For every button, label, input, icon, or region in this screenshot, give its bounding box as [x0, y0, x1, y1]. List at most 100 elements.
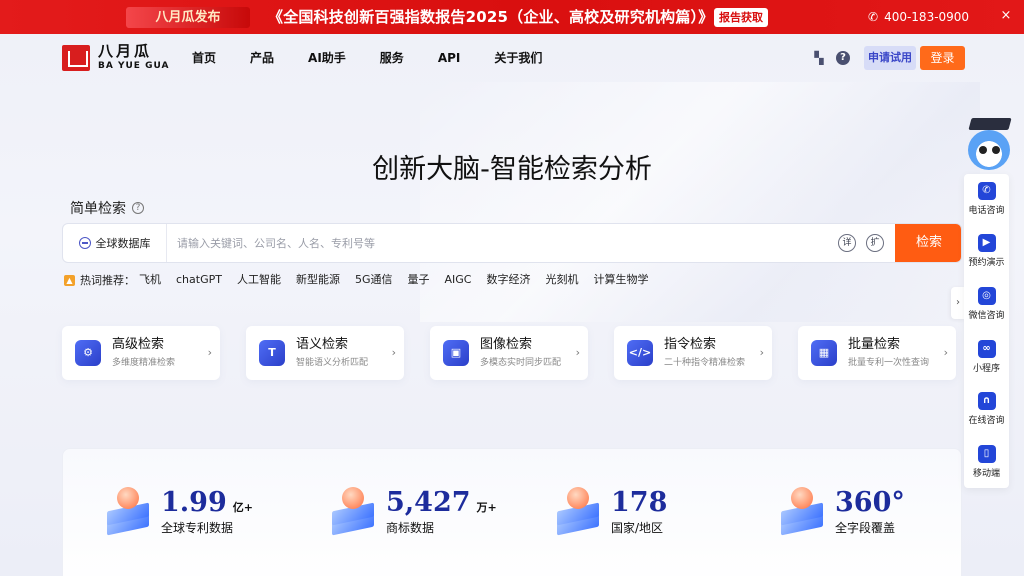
- logo[interactable]: 八月瓜 BA YUE GUA: [62, 44, 169, 71]
- search-bar: 全球数据库 详 扩 检索: [62, 223, 962, 263]
- nav-item-about[interactable]: 关于我们: [494, 50, 542, 66]
- phone-icon: ✆: [977, 182, 996, 200]
- nav-item-home[interactable]: 首页: [192, 50, 216, 66]
- hot-keywords: ▲ 热词推荐： 飞机 chatGPT 人工智能 新型能源 5G通信 量子 AIG…: [64, 272, 663, 288]
- stat-value: 5,427: [386, 487, 471, 518]
- phone-icon: ✆: [868, 10, 879, 24]
- sidebar-item-label: 预约演示: [968, 258, 1005, 268]
- sidebar-item-label: 小程序: [972, 364, 1000, 374]
- hot-keyword[interactable]: chatGPT: [176, 272, 222, 288]
- sidebar-item-demo[interactable]: ▶ 预约演示: [964, 234, 1009, 269]
- hot-keyword[interactable]: 光刻机: [545, 272, 578, 288]
- stat-label: 全球专利数据: [161, 521, 234, 535]
- help-icon[interactable]: ?: [836, 51, 850, 65]
- stat-trademarks: 5,427 万+ 商标数据: [332, 487, 497, 536]
- chevron-right-icon: ›: [391, 346, 396, 359]
- database-select[interactable]: 全球数据库: [63, 224, 167, 262]
- logo-mark-icon: [62, 44, 90, 71]
- hot-keyword[interactable]: 5G通信: [355, 272, 393, 288]
- sidebar-item-online-chat[interactable]: ∩ 在线咨询: [964, 392, 1009, 427]
- hot-keyword[interactable]: 人工智能: [237, 272, 281, 288]
- nav-item-ai-assistant[interactable]: AI助手: [308, 50, 346, 66]
- hot-keyword[interactable]: 数字经济: [486, 272, 530, 288]
- nav-item-api[interactable]: API: [438, 50, 461, 66]
- stat-countries: 178 国家/地区: [557, 487, 673, 536]
- login-button[interactable]: 登录: [920, 46, 965, 70]
- logo-cn: 八月瓜: [98, 42, 153, 60]
- advanced-search-icon: ⚙: [75, 340, 101, 366]
- detail-search-button[interactable]: 详: [838, 234, 856, 252]
- page-title: 创新大脑-智能检索分析: [372, 154, 652, 185]
- trademark-data-icon: [332, 487, 374, 536]
- stat-label: 国家/地区: [611, 521, 664, 535]
- search-input[interactable]: [177, 233, 817, 253]
- chevron-right-icon: ›: [759, 346, 764, 359]
- sidebar-item-mini-program[interactable]: ∞ 小程序: [964, 340, 1009, 375]
- stat-value: 360°: [835, 487, 905, 518]
- stat-value: 1.99: [161, 487, 227, 518]
- hot-keyword[interactable]: 计算生物学: [593, 272, 648, 288]
- promo-banner: 八月瓜发布 《全国科技创新百强指数报告2025（企业、高校及研究机构篇）》 报告…: [0, 0, 1024, 34]
- card-command-search[interactable]: </> 指令检索 二十种指令精准检索 ›: [614, 326, 772, 380]
- close-icon[interactable]: ×: [998, 8, 1014, 24]
- chevron-right-icon: ›: [575, 346, 580, 359]
- hot-keyword[interactable]: 新型能源: [296, 272, 340, 288]
- mascot-icon[interactable]: [962, 114, 1016, 176]
- sidebar-item-wechat[interactable]: ◎ 微信咨询: [964, 287, 1009, 322]
- nav-item-services[interactable]: 服务: [380, 50, 404, 66]
- card-advanced-search[interactable]: ⚙ 高级检索 多维度精准检索 ›: [62, 326, 220, 380]
- expand-search-button[interactable]: 扩: [866, 234, 884, 252]
- apps-grid-icon[interactable]: ▚: [812, 51, 826, 65]
- card-subtitle: 多模态实时同步匹配: [480, 358, 562, 368]
- sidebar-item-mobile[interactable]: ▯ 移动端: [964, 445, 1009, 480]
- card-title: 语义检索: [296, 337, 349, 352]
- question-icon[interactable]: ?: [132, 202, 144, 214]
- promo-phone: ✆ 400-183-0900: [868, 9, 969, 25]
- hot-keyword[interactable]: 量子: [407, 272, 429, 288]
- sidebar-item-label: 微信咨询: [968, 311, 1005, 321]
- stat-label: 商标数据: [386, 521, 435, 535]
- chevron-right-icon: ›: [207, 346, 212, 359]
- card-title: 批量检索: [848, 337, 901, 352]
- presentation-icon: ▶: [977, 234, 996, 252]
- sidebar-item-phone[interactable]: ✆ 电话咨询: [964, 182, 1009, 217]
- main-nav: 首页 产品 AI助手 服务 API 关于我们: [192, 50, 576, 66]
- stat-unit: 亿+: [232, 501, 253, 514]
- promo-headline[interactable]: 《全国科技创新百强指数报告2025（企业、高校及研究机构篇）》: [268, 6, 713, 28]
- globe-icon: [78, 237, 91, 249]
- batch-search-icon: ▦: [811, 340, 837, 366]
- nav-item-products[interactable]: 产品: [250, 50, 274, 66]
- card-title: 高级检索: [112, 337, 165, 352]
- sidebar-item-label: 在线咨询: [968, 416, 1005, 426]
- coverage-data-icon: [781, 487, 823, 536]
- wechat-icon: ◎: [977, 287, 996, 305]
- card-image-search[interactable]: ▣ 图像检索 多模态实时同步匹配 ›: [430, 326, 588, 380]
- stat-coverage: 360° 全字段覆盖: [781, 487, 911, 536]
- card-subtitle: 智能语义分析匹配: [296, 358, 369, 368]
- card-subtitle: 二十种指令精准检索: [664, 358, 746, 368]
- headset-icon: ∩: [977, 392, 996, 410]
- mini-program-icon: ∞: [977, 340, 996, 358]
- command-search-icon: </>: [627, 340, 653, 366]
- card-batch-search[interactable]: ▦ 批量检索 批量专利一次性查询 ›: [798, 326, 956, 380]
- search-button[interactable]: 检索: [895, 224, 961, 262]
- fire-icon: ▲: [64, 274, 75, 286]
- card-semantic-search[interactable]: T 语义检索 智能语义分析匹配 ›: [246, 326, 404, 380]
- apply-trial-button[interactable]: 申请试用: [864, 46, 916, 70]
- card-subtitle: 批量专利一次性查询: [848, 358, 930, 368]
- hot-keyword[interactable]: AIGC: [444, 272, 471, 288]
- stat-unit: 万+: [476, 501, 497, 514]
- hot-keyword[interactable]: 飞机: [139, 272, 161, 288]
- chevron-right-icon[interactable]: ›: [951, 287, 965, 319]
- stat-label: 全字段覆盖: [835, 521, 896, 535]
- sidebar-item-label: 电话咨询: [968, 206, 1005, 216]
- contact-sidebar: ✆ 电话咨询 ▶ 预约演示 ◎ 微信咨询 ∞ 小程序 ∩ 在线咨询 ▯ 移动端: [964, 174, 1009, 488]
- logo-en: BA YUE GUA: [98, 61, 170, 71]
- globe-data-icon: [557, 487, 599, 536]
- mobile-icon: ▯: [977, 445, 996, 463]
- report-get-button[interactable]: 报告获取: [714, 8, 768, 27]
- simple-search-label: 简单检索 ?: [70, 198, 144, 218]
- card-title: 图像检索: [480, 337, 533, 352]
- stat-value: 178: [611, 487, 668, 518]
- database-select-label: 全球数据库: [95, 237, 151, 250]
